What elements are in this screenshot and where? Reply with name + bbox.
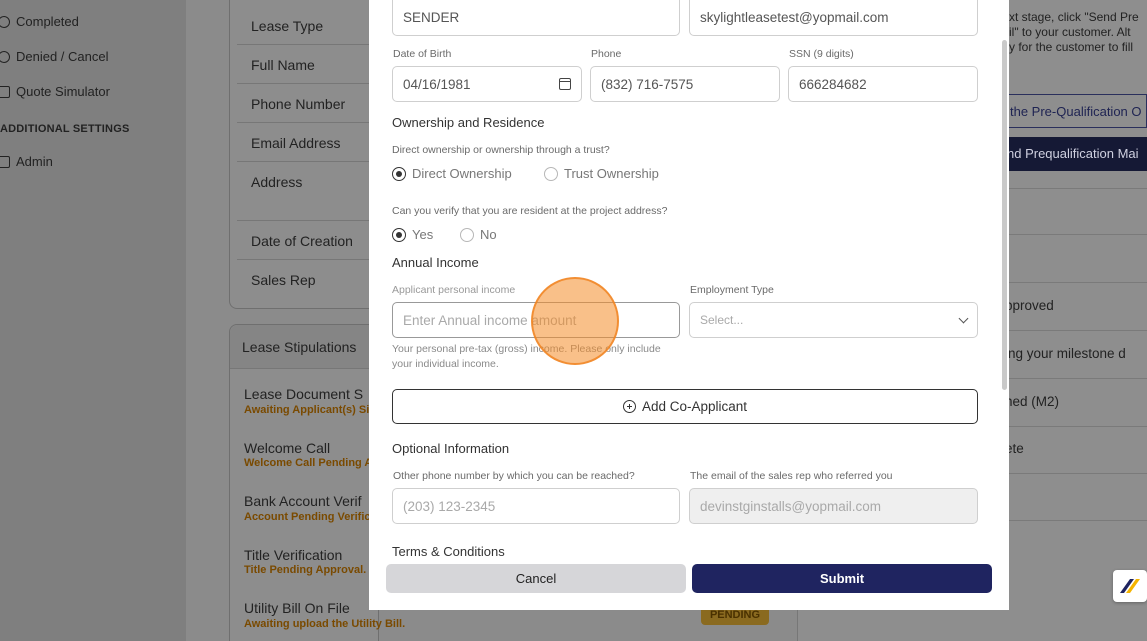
sidebar: Completed Denied / Cancel Quote Simulato… — [0, 0, 186, 641]
field-date-of-creation: Date of Creation — [251, 233, 353, 249]
lease-stipulations-title: Lease Stipulations — [242, 339, 357, 355]
milestone-pending: ing your milestone d — [1005, 346, 1126, 361]
phone-label: Phone — [591, 48, 622, 60]
milestone-approved: pproved — [1005, 298, 1054, 313]
pre-qualification-button[interactable]: the Pre-Qualification O — [1005, 94, 1147, 128]
stipulation-lease-document[interactable]: Lease Document S — [244, 386, 363, 402]
field-lease-type: Lease Type — [251, 18, 324, 34]
stipulation-welcome-call[interactable]: Welcome Call — [244, 440, 330, 456]
sidebar-item-label: Quote Simulator — [16, 84, 110, 99]
sales-rep-email-label: The email of the sales rep who referred … — [690, 470, 893, 482]
admin-icon — [0, 155, 10, 168]
sales-rep-email-input: devinstginstalls@yopmail.com — [689, 488, 978, 524]
customer-details-card — [229, 0, 379, 309]
sidebar-item-denied-cancel[interactable]: Denied / Cancel — [0, 49, 109, 64]
annual-income-input[interactable]: Enter Annual income amount — [392, 302, 680, 338]
other-phone-input[interactable]: (203) 123-2345 — [392, 488, 680, 524]
field-address: Address — [251, 174, 303, 190]
other-phone-label: Other phone number by which you can be r… — [393, 470, 635, 482]
modal-scrollbar[interactable] — [1002, 40, 1007, 390]
radio-direct-ownership[interactable]: Direct Ownership — [392, 166, 512, 181]
modal-scroll-area[interactable]: SENDER skylightleasetest@yopmail.com Dat… — [369, 0, 1009, 556]
field-email-address: Email Address — [251, 135, 341, 151]
sidebar-item-label: Admin — [16, 154, 53, 169]
stipulation-status: Title Pending Approval. — [244, 564, 367, 576]
income-label: Applicant personal income — [392, 284, 516, 296]
add-co-applicant-button[interactable]: Add Co-Applicant — [392, 389, 978, 424]
field-full-name: Full Name — [251, 57, 315, 73]
radio-label: Yes — [412, 227, 434, 242]
milestone-m2: ned (M2) — [1005, 394, 1060, 409]
lease-stipulations-card — [229, 324, 379, 641]
optional-section-title: Optional Information — [392, 441, 510, 456]
dob-value: 04/16/1981 — [403, 76, 471, 92]
employment-type-label: Employment Type — [690, 284, 774, 296]
brand-logo-icon[interactable] — [1113, 570, 1147, 602]
sidebar-section-title: ADDITIONAL SETTINGS — [0, 123, 130, 135]
sidebar-item-admin[interactable]: Admin — [0, 154, 53, 169]
email-input[interactable]: skylightleasetest@yopmail.com — [689, 0, 978, 36]
sidebar-item-completed[interactable]: Completed — [0, 14, 79, 29]
stipulation-utility-bill[interactable]: Utility Bill On File — [244, 600, 350, 616]
select-placeholder: Select... — [700, 313, 744, 327]
ssn-label: SSN (9 digits) — [789, 48, 854, 60]
stipulation-status: Awaiting upload the Utility Bill. — [244, 618, 406, 630]
plus-circle-icon — [622, 400, 636, 413]
radio-dot — [460, 227, 474, 242]
income-help-text: Your personal pre-tax (gross) income. Pl… — [392, 343, 661, 370]
dob-label: Date of Birth — [393, 48, 452, 60]
field-phone-number: Phone Number — [251, 96, 346, 112]
sidebar-item-label: Denied / Cancel — [16, 49, 109, 64]
ssn-input[interactable]: 666284682 — [788, 66, 978, 102]
chevron-down-icon — [958, 313, 969, 324]
radio-dot — [392, 227, 406, 242]
info-text: xt stage, click "Send Pre — [1009, 10, 1139, 24]
radio-label: Direct Ownership — [412, 166, 512, 181]
terms-section-title: Terms & Conditions — [392, 544, 505, 556]
radio-label: No — [480, 227, 497, 242]
button-label: Add Co-Applicant — [641, 399, 748, 414]
cancel-button[interactable]: Cancel — [386, 564, 686, 593]
send-prequalification-mail-button[interactable]: nd Prequalification Mai — [1005, 137, 1147, 171]
radio-dot — [392, 166, 406, 181]
x-circle-icon — [0, 50, 10, 63]
stipulation-status: Welcome Call Pending A — [244, 457, 373, 469]
name-input[interactable]: SENDER — [392, 0, 680, 36]
prequalification-modal: SENDER skylightleasetest@yopmail.com Dat… — [369, 0, 1009, 610]
employment-type-select[interactable]: Select... — [689, 302, 978, 338]
calendar-icon[interactable] — [559, 78, 571, 90]
check-circle-icon — [0, 15, 10, 28]
radio-label: Trust Ownership — [564, 166, 659, 181]
resident-question: Can you verify that you are resident at … — [392, 205, 668, 217]
submit-button[interactable]: Submit — [692, 564, 992, 593]
stipulation-bank-account[interactable]: Bank Account Verif — [244, 493, 362, 509]
stipulation-status: Account Pending Verific — [244, 511, 371, 523]
ownership-section-title: Ownership and Residence — [392, 115, 545, 130]
modal-footer: Cancel Submit — [369, 556, 1009, 610]
radio-resident-no[interactable]: No — [460, 227, 497, 242]
ownership-question: Direct ownership or ownership through a … — [392, 144, 610, 156]
calculator-icon — [0, 85, 10, 98]
radio-trust-ownership[interactable]: Trust Ownership — [544, 166, 659, 181]
income-section-title: Annual Income — [392, 255, 479, 270]
sidebar-item-quote-simulator[interactable]: Quote Simulator — [0, 84, 110, 99]
radio-resident-yes[interactable]: Yes — [392, 227, 433, 242]
stipulation-title-verification[interactable]: Title Verification — [244, 547, 342, 563]
sidebar-item-label: Completed — [16, 14, 79, 29]
field-sales-rep: Sales Rep — [251, 272, 316, 288]
info-text: y for the customer to fill — [1009, 40, 1134, 54]
phone-input[interactable]: (832) 716-7575 — [590, 66, 780, 102]
radio-dot — [544, 166, 558, 181]
stipulation-status: Awaiting Applicant(s) Si — [244, 404, 370, 416]
info-text: il" to your customer. Alt — [1009, 25, 1131, 39]
dob-input[interactable]: 04/16/1981 — [392, 66, 582, 102]
